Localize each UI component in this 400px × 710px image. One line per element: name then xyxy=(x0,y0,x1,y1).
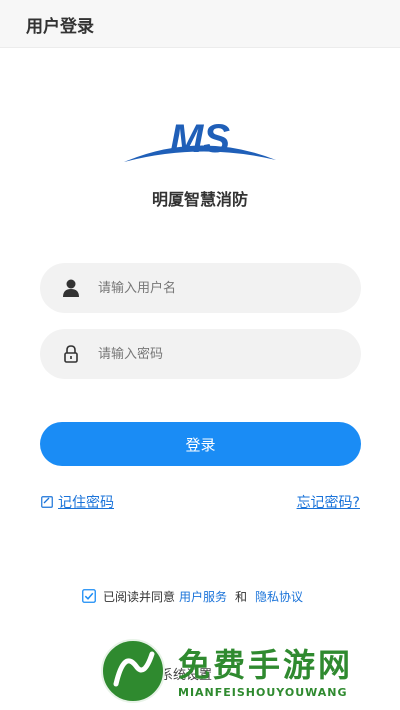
forgot-password-link[interactable]: 忘记密码? xyxy=(297,492,360,512)
username-input[interactable] xyxy=(98,263,348,313)
lock-icon xyxy=(64,345,78,363)
header-bar: 用户登录 xyxy=(0,0,400,48)
remember-password-toggle[interactable]: 记住密码 xyxy=(41,492,114,512)
user-service-link[interactable]: 用户服务 xyxy=(179,588,227,605)
login-button[interactable]: 登录 xyxy=(40,422,361,466)
agreement-and: 和 xyxy=(235,589,248,604)
agreement-row: 已阅读并同意 用户服务 和 隐私协议 xyxy=(82,586,307,606)
logo-text: MS xyxy=(170,117,230,161)
page-title: 用户登录 xyxy=(26,17,94,37)
app-name: 明厦智慧消防 xyxy=(151,190,248,209)
watermark-logo-icon xyxy=(101,639,165,703)
watermark-subtitle: MIANFEISHOUYOUWANG xyxy=(178,686,348,699)
watermark-title: 免费手游网 xyxy=(178,646,354,684)
checkbox-icon xyxy=(41,496,53,508)
privacy-policy-link[interactable]: 隐私协议 xyxy=(255,588,303,605)
agreement-checkbox[interactable] xyxy=(82,589,96,603)
watermark: 免费手游网 MIANFEISHOUYOUWANG xyxy=(100,638,392,704)
agreement-prefix: 已阅读并同意 xyxy=(103,589,176,604)
user-icon xyxy=(63,279,79,297)
remember-password-label: 记住密码 xyxy=(58,495,114,511)
username-field[interactable] xyxy=(40,263,361,313)
password-input[interactable] xyxy=(98,329,348,379)
ms-logo: MS xyxy=(124,117,276,162)
password-field[interactable] xyxy=(40,329,361,379)
